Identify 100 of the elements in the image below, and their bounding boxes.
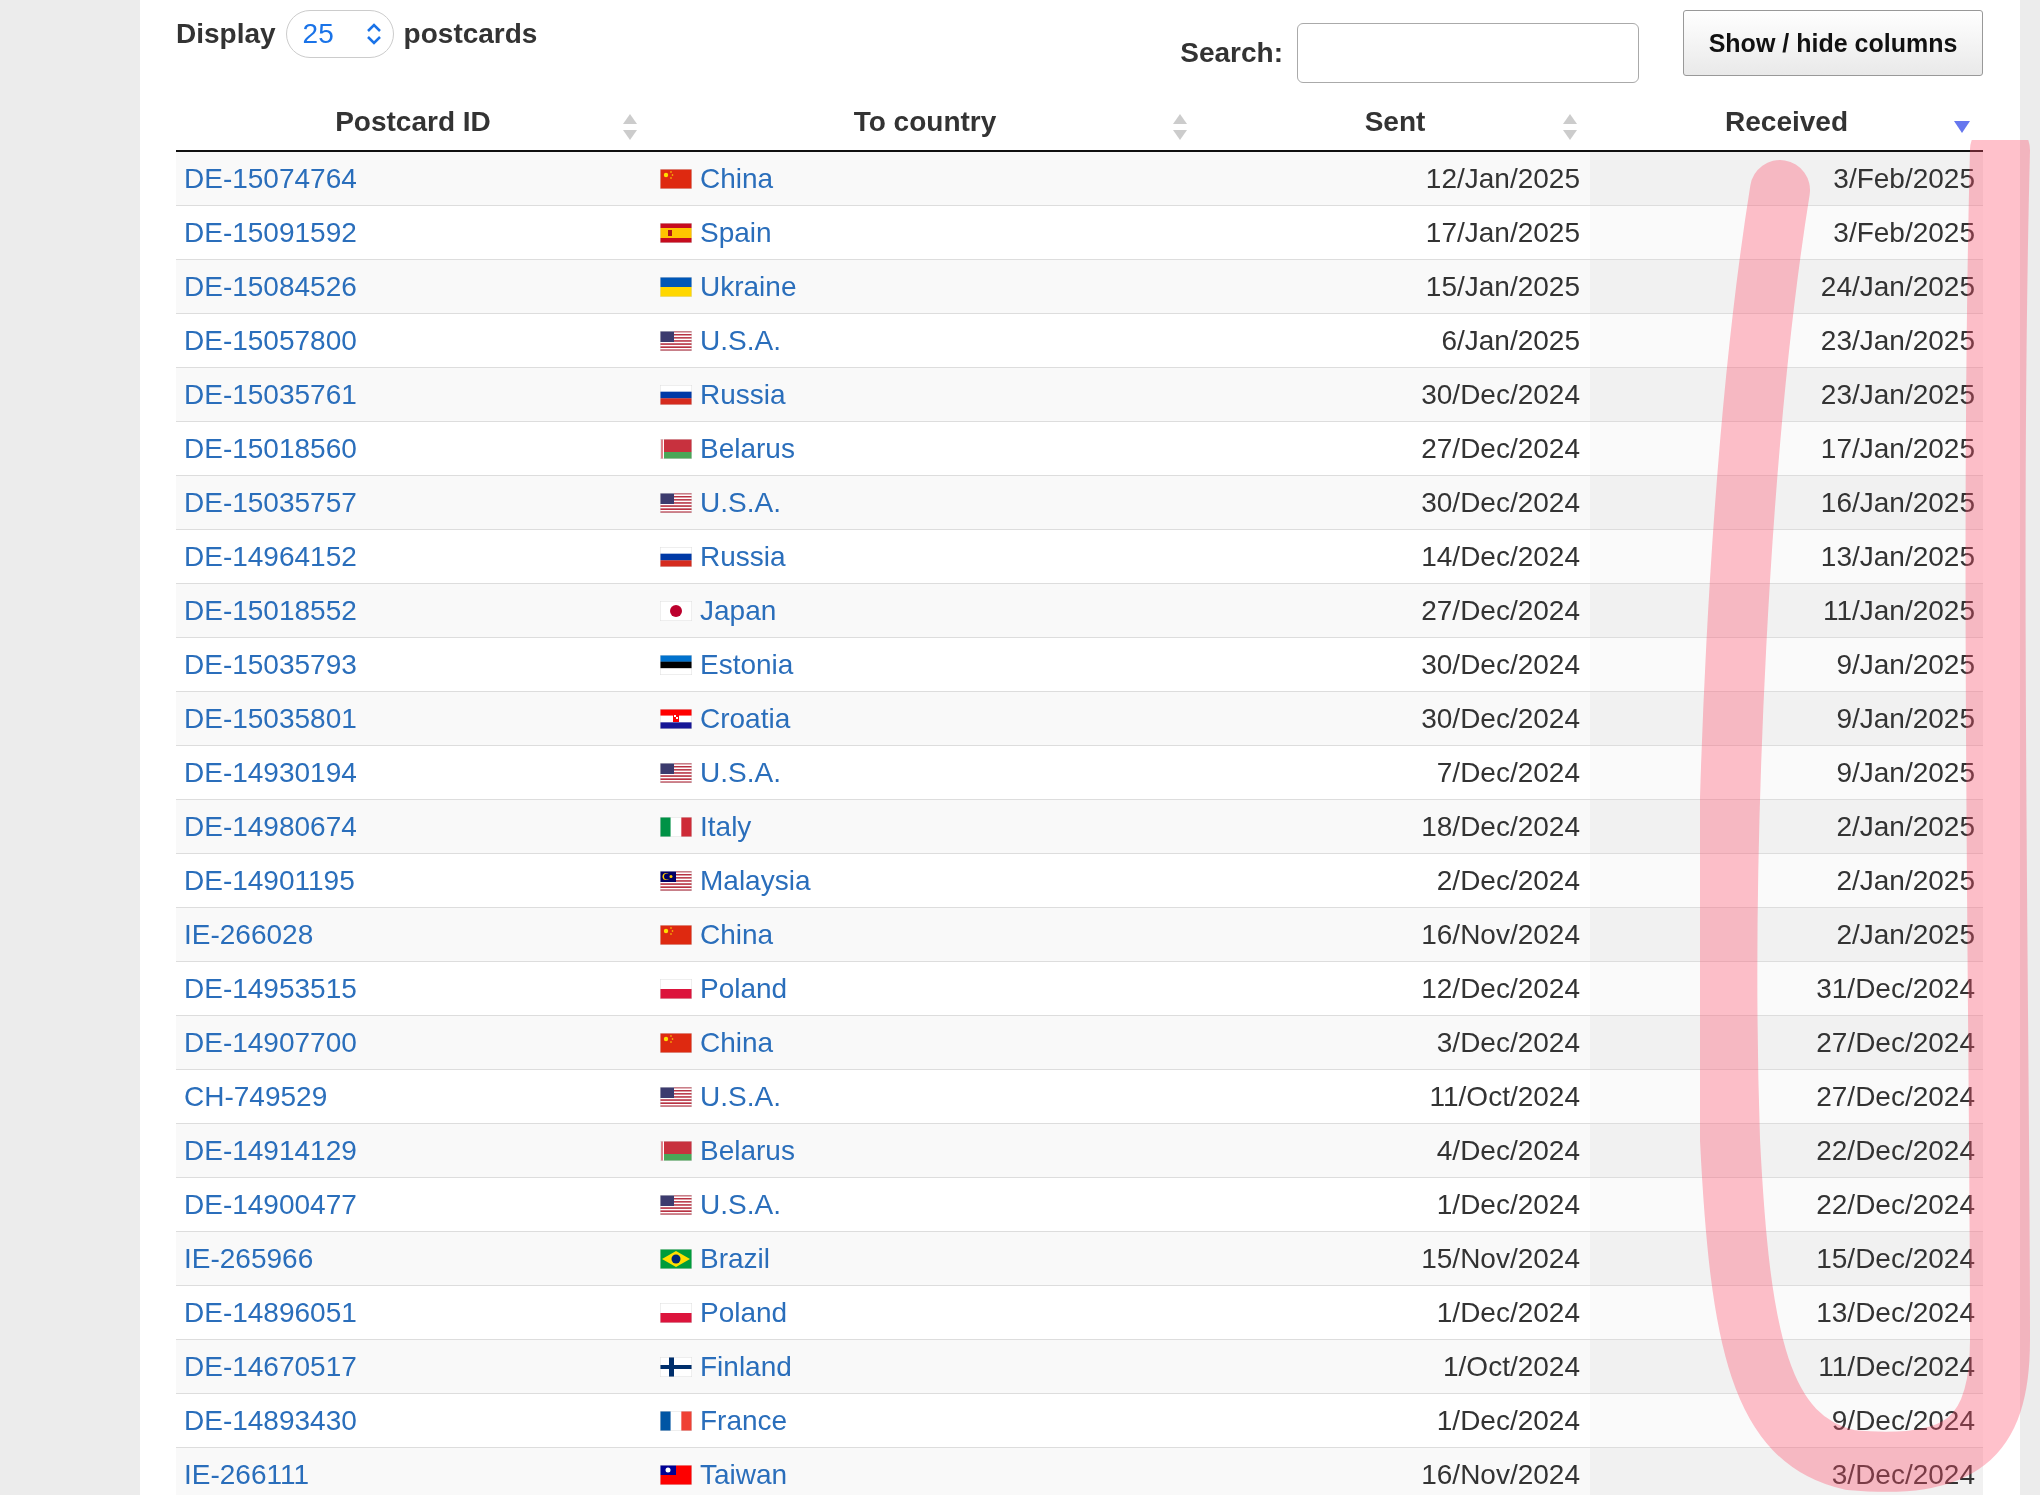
sort-icon[interactable]: [1172, 112, 1188, 142]
country-link[interactable]: Croatia: [700, 702, 791, 735]
flag-icon: [660, 1356, 692, 1377]
postcard-id-link[interactable]: DE-15035793: [184, 648, 357, 680]
country-link[interactable]: Belarus: [700, 1134, 795, 1167]
sent-date: 27/Dec/2024: [1420, 432, 1581, 465]
country-link[interactable]: Estonia: [700, 648, 794, 681]
flag-icon: [660, 384, 692, 405]
column-header[interactable]: To country: [853, 106, 997, 137]
postcard-id-link[interactable]: DE-14980674: [184, 810, 357, 842]
flag-icon: [660, 816, 692, 837]
postcard-id-link[interactable]: DE-15018560: [184, 432, 357, 464]
postcard-id-link[interactable]: DE-14914129: [184, 1134, 357, 1166]
flag-icon: [660, 1086, 692, 1107]
country-link[interactable]: Taiwan: [700, 1458, 788, 1491]
country-link[interactable]: France: [700, 1404, 788, 1437]
postcard-id-link[interactable]: DE-15035761: [184, 378, 357, 410]
postcard-id-link[interactable]: DE-15035757: [184, 486, 357, 518]
postcard-id-link[interactable]: DE-14670517: [184, 1350, 357, 1382]
postcard-id-link[interactable]: DE-14896051: [184, 1296, 357, 1328]
flag-icon: [660, 1464, 692, 1485]
country-link[interactable]: Ukraine: [700, 270, 797, 303]
postcard-id-link[interactable]: DE-14907700: [184, 1026, 357, 1058]
country-link[interactable]: Belarus: [700, 432, 795, 465]
country-link[interactable]: U.S.A.: [700, 486, 781, 519]
sent-date: 30/Dec/2024: [1420, 648, 1581, 681]
received-date: 9/Jan/2025: [1836, 702, 1976, 735]
sent-date: 14/Dec/2024: [1420, 540, 1581, 573]
received-date: 11/Jan/2025: [1822, 594, 1976, 627]
postcard-id-link[interactable]: IE-266028: [184, 918, 314, 950]
postcard-id-link[interactable]: DE-15074764: [184, 162, 357, 194]
country-link[interactable]: Russia: [700, 540, 786, 573]
sent-date: 18/Dec/2024: [1420, 810, 1581, 843]
country-link[interactable]: China: [700, 1026, 774, 1059]
sent-date: 3/Dec/2024: [1435, 1026, 1581, 1059]
received-date: 3/Feb/2025: [1833, 216, 1976, 249]
postcard-id-link[interactable]: DE-15035801: [184, 702, 357, 734]
flag-icon: [660, 1410, 692, 1431]
postcard-id-link[interactable]: DE-14901195: [184, 864, 355, 896]
flag-icon: [660, 978, 692, 999]
search-label: Search:: [1180, 37, 1283, 69]
sent-date: 16/Nov/2024: [1420, 1458, 1581, 1491]
postcard-id-link[interactable]: DE-14900477: [184, 1188, 357, 1220]
received-date: 9/Jan/2025: [1836, 648, 1976, 681]
received-date: 17/Jan/2025: [1820, 432, 1976, 465]
sent-date: 12/Dec/2024: [1420, 972, 1581, 1005]
show-hide-columns-button[interactable]: Show / hide columns: [1683, 10, 1983, 76]
page-size-select[interactable]: 25: [285, 10, 394, 58]
postcard-id-link[interactable]: DE-14964152: [184, 540, 357, 572]
country-link[interactable]: Italy: [700, 810, 752, 843]
country-link[interactable]: Finland: [700, 1350, 792, 1383]
country-link[interactable]: U.S.A.: [700, 324, 781, 357]
received-date: 16/Jan/2025: [1820, 486, 1976, 519]
sent-date: 15/Jan/2025: [1424, 270, 1581, 303]
flag-icon: [660, 654, 692, 675]
country-link[interactable]: China: [700, 918, 774, 951]
column-header[interactable]: Received: [1725, 106, 1848, 137]
country-link[interactable]: Malaysia: [700, 864, 811, 897]
search-field[interactable]: [1297, 23, 1639, 83]
country-link[interactable]: China: [700, 162, 774, 195]
sort-descending-icon[interactable]: [1953, 120, 1971, 134]
postcard-id-link[interactable]: DE-15018552: [184, 594, 357, 626]
postcard-id-link[interactable]: DE-14953515: [184, 972, 357, 1004]
country-link[interactable]: U.S.A.: [700, 756, 781, 789]
flag-icon: [660, 438, 692, 459]
sort-icon[interactable]: [622, 112, 638, 142]
country-link[interactable]: Russia: [700, 378, 786, 411]
received-date: 23/Jan/2025: [1820, 378, 1976, 411]
postcard-id-link[interactable]: IE-265966: [184, 1242, 314, 1274]
column-header[interactable]: Postcard ID: [335, 106, 491, 137]
received-date: 3/Dec/2024: [1831, 1458, 1976, 1491]
country-link[interactable]: U.S.A.: [700, 1188, 781, 1221]
country-link[interactable]: Spain: [700, 216, 772, 249]
sent-date: 1/Dec/2024: [1435, 1404, 1581, 1437]
column-header[interactable]: Sent: [1364, 106, 1426, 137]
postcard-id-link[interactable]: DE-14893430: [184, 1404, 357, 1436]
sort-icon[interactable]: [1562, 112, 1578, 142]
postcard-id-link[interactable]: DE-15057800: [184, 324, 357, 356]
postcard-id-link[interactable]: IE-266111: [184, 1458, 310, 1490]
received-date: 24/Jan/2025: [1820, 270, 1976, 303]
postcards-label: postcards: [403, 18, 538, 50]
sent-date: 17/Jan/2025: [1424, 216, 1581, 249]
country-link[interactable]: U.S.A.: [700, 1080, 781, 1113]
received-date: 22/Dec/2024: [1816, 1188, 1976, 1221]
flag-icon: [660, 1248, 692, 1269]
country-link[interactable]: Japan: [700, 594, 777, 627]
flag-icon: [660, 600, 692, 621]
postcard-id-link[interactable]: DE-15091592: [184, 216, 357, 248]
flag-icon: [660, 1302, 692, 1323]
sent-date: 30/Dec/2024: [1420, 378, 1581, 411]
country-link[interactable]: Poland: [700, 1296, 788, 1329]
flag-icon: [660, 1194, 692, 1215]
postcard-id-link[interactable]: DE-15084526: [184, 270, 357, 302]
country-link[interactable]: Brazil: [700, 1242, 770, 1275]
received-date: 22/Dec/2024: [1816, 1134, 1976, 1167]
sent-date: 7/Dec/2024: [1435, 756, 1581, 789]
postcard-id-link[interactable]: CH-749529: [184, 1080, 328, 1112]
postcard-id-link[interactable]: DE-14930194: [184, 756, 357, 788]
display-label: Display: [176, 18, 276, 50]
country-link[interactable]: Poland: [700, 972, 788, 1005]
